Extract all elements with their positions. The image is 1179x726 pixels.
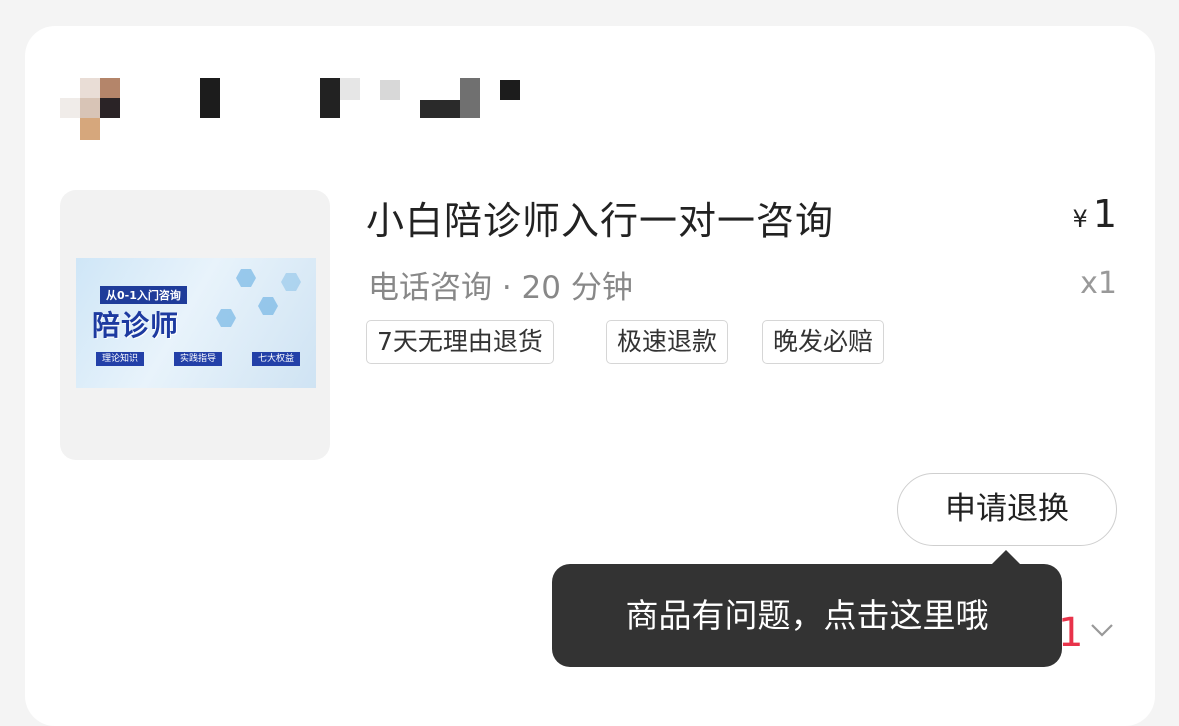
shop-header-blurred[interactable]: [60, 78, 580, 140]
service-tag-return: 7天无理由退货: [366, 320, 554, 364]
banner-chip: 实践指导: [174, 352, 223, 366]
product-spec: 电话咨询 · 20 分钟: [368, 270, 633, 306]
hint-tooltip[interactable]: 商品有问题，点击这里哦: [552, 564, 1062, 667]
service-tag-compensation: 晚发必赔: [762, 320, 885, 364]
product-banner-image: 从0-1入门咨询 陪诊师 理论知识 实践指导 七大权益: [76, 258, 316, 388]
banner-chip: 理论知识: [96, 352, 145, 366]
product-thumbnail[interactable]: 从0-1入门咨询 陪诊师 理论知识 实践指导 七大权益: [60, 190, 330, 460]
price-value: 1: [1092, 192, 1117, 236]
currency-symbol: ¥: [1072, 205, 1088, 233]
service-tag-refund: 极速退款: [606, 320, 729, 364]
banner-top-label: 从0-1入门咨询: [100, 286, 187, 304]
banner-chip: 七大权益: [252, 352, 301, 366]
product-price: ¥ 1: [1072, 192, 1117, 236]
product-quantity: x1: [1080, 266, 1117, 301]
product-title[interactable]: 小白陪诊师入行一对一咨询: [366, 190, 834, 245]
apply-refund-button[interactable]: 申请退换: [897, 473, 1117, 546]
chevron-down-icon[interactable]: [1090, 618, 1114, 642]
banner-main-text: 陪诊师: [92, 309, 180, 342]
